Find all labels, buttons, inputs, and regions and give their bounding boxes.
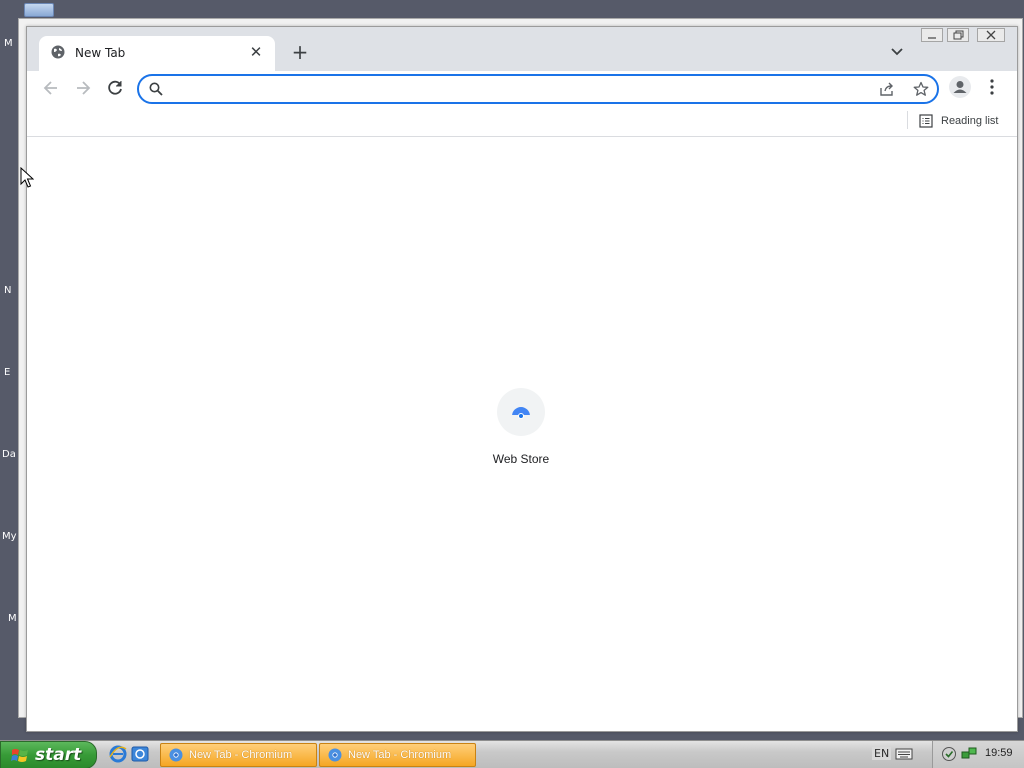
share-icon[interactable] [879, 81, 895, 97]
chromium-icon [328, 748, 342, 762]
close-icon [986, 30, 996, 40]
more-vertical-icon[interactable] [985, 77, 999, 97]
desktop-icon-label[interactable]: N [4, 285, 11, 296]
security-shield-icon[interactable] [941, 746, 957, 762]
reading-list-icon [919, 114, 933, 128]
shortcut-tile [497, 388, 545, 436]
back-arrow-icon[interactable] [41, 78, 61, 98]
network-icon[interactable] [961, 746, 977, 762]
profile-button[interactable] [949, 76, 971, 98]
restore-button[interactable] [947, 28, 969, 42]
address-input[interactable] [173, 80, 853, 98]
desktop-icon-label[interactable]: Da [2, 449, 16, 460]
forward-arrow-icon[interactable] [73, 78, 93, 98]
profile-avatar-icon [953, 81, 967, 93]
keyboard-icon[interactable] [895, 747, 913, 761]
taskbar-item-chromium-2[interactable]: New Tab - Chromium [319, 743, 476, 767]
start-label: start [35, 745, 82, 765]
globe-icon [51, 45, 65, 59]
show-desktop-icon[interactable] [131, 745, 149, 763]
reading-list-label: Reading list [941, 115, 999, 127]
taskbar: start New Tab - Chromium New Tab - Chrom… [0, 740, 1024, 768]
desktop-icon[interactable] [24, 3, 54, 17]
restore-icon [953, 30, 964, 40]
taskbar-item-label: New Tab - Chromium [348, 749, 452, 761]
chromium-icon [169, 748, 183, 762]
desktop-icon-label[interactable]: E [4, 367, 10, 378]
new-tab-page: Web Store [27, 138, 1017, 731]
toolbar [27, 71, 1017, 105]
new-tab-button[interactable]: + [289, 41, 311, 63]
search-icon [149, 82, 163, 96]
tab-title: New Tab [75, 46, 126, 60]
bookmarks-bar: Reading list [27, 105, 1017, 137]
tab-close-icon[interactable]: ✕ [247, 43, 265, 61]
reading-list-button[interactable]: Reading list [919, 111, 998, 131]
minimize-icon [928, 37, 936, 39]
address-bar[interactable] [137, 74, 939, 104]
shortcut-label: Web Store [492, 452, 550, 466]
desktop-icon-label[interactable]: My [2, 531, 17, 542]
taskbar-item-label: New Tab - Chromium [189, 749, 293, 761]
reload-icon[interactable] [105, 78, 125, 98]
taskbar-item-chromium-1[interactable]: New Tab - Chromium [160, 743, 317, 767]
windows-flag-icon [11, 749, 28, 762]
desktop-icon-label[interactable]: M [4, 38, 13, 49]
clock: 19:59 [985, 747, 1013, 759]
chevron-down-icon[interactable] [889, 43, 905, 59]
mouse-cursor-icon [20, 167, 34, 188]
system-tray: 19:59 [932, 741, 1024, 768]
minimize-button[interactable] [921, 28, 943, 42]
bookmark-star-icon[interactable] [913, 81, 929, 97]
browser-window: New Tab ✕ + Reading list Web Store [26, 26, 1018, 732]
web-store-icon [511, 407, 531, 420]
bookmarks-separator [907, 111, 908, 129]
tab-new-tab[interactable]: New Tab ✕ [39, 36, 275, 71]
close-button[interactable] [977, 28, 1005, 42]
desktop-icon-label[interactable]: M [8, 613, 17, 624]
shortcut-web-store[interactable]: Web Store [473, 388, 569, 478]
language-indicator[interactable]: EN [872, 747, 892, 760]
start-button[interactable]: start [0, 741, 97, 768]
internet-explorer-icon[interactable] [109, 745, 127, 763]
tab-strip: New Tab ✕ + [27, 27, 1017, 71]
